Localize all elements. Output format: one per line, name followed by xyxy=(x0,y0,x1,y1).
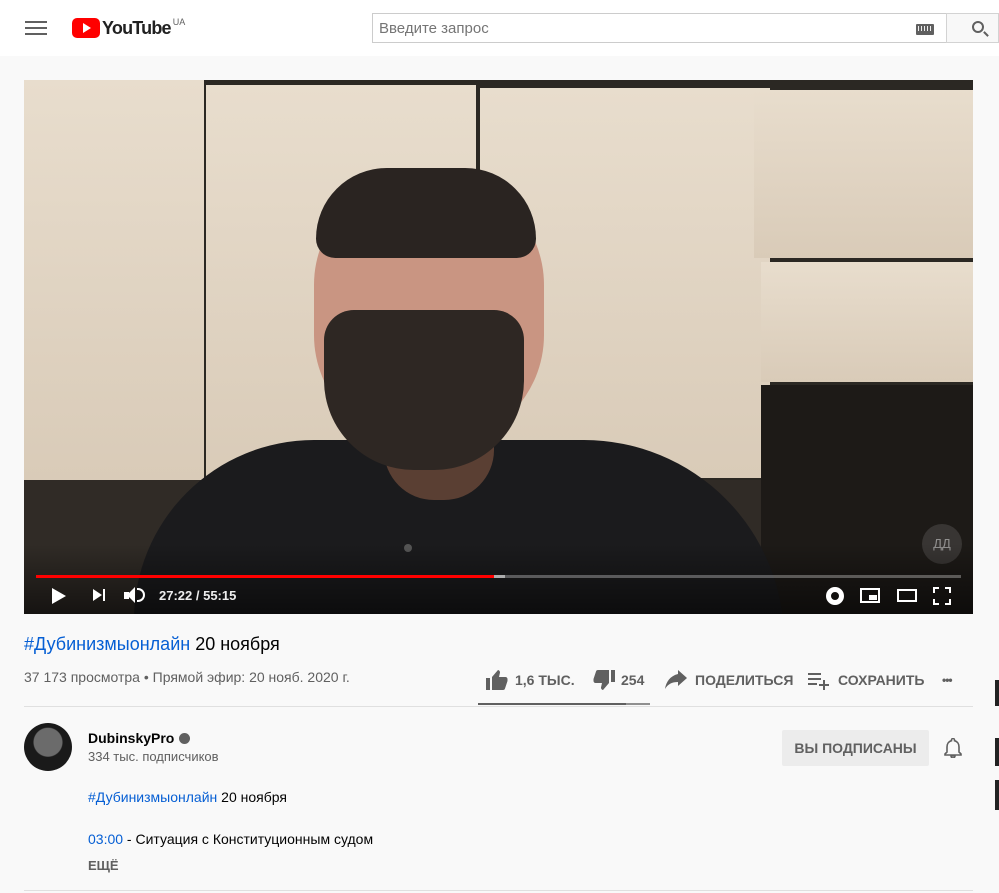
subscriber-count: 334 тыс. подписчиков xyxy=(88,749,219,764)
search-input[interactable]: Введите запрос xyxy=(372,13,947,43)
sentiment-bar xyxy=(478,703,650,705)
share-icon xyxy=(665,670,687,689)
title-hashtag[interactable]: #Дубинизмыонлайн xyxy=(24,634,190,654)
play-logo-icon xyxy=(72,18,100,38)
like-button[interactable]: 1,6 ТЫС. xyxy=(485,668,575,692)
video-background xyxy=(754,90,973,258)
dislike-button[interactable]: 254 xyxy=(592,668,644,692)
masthead: YouTube UA Введите запрос xyxy=(0,0,999,56)
divider xyxy=(24,706,973,707)
video-player[interactable]: ДД 27:22 / 55:15 xyxy=(24,80,973,614)
more-actions-label: ••• xyxy=(942,673,953,687)
verified-icon xyxy=(179,733,191,744)
channel-name-text: DubinskyPro xyxy=(88,730,175,746)
thumbs-down-icon xyxy=(593,670,615,690)
description-line: 03:00 - Ситуация с Конституционным судом xyxy=(88,831,373,847)
share-label: ПОДЕЛИТЬСЯ xyxy=(695,672,794,688)
progress-played xyxy=(36,575,494,578)
sidebar-edge xyxy=(995,680,999,706)
subscribed-button[interactable]: ВЫ ПОДПИСАНЫ xyxy=(782,730,929,766)
show-more-button[interactable]: ЕЩЁ xyxy=(88,858,119,873)
video-background xyxy=(24,80,204,480)
video-title: #Дубинизмыонлайн 20 ноября xyxy=(24,634,280,655)
fullscreen-icon[interactable] xyxy=(933,587,951,605)
keyboard-icon[interactable] xyxy=(916,24,934,35)
description-timestamp[interactable]: 03:00 xyxy=(88,831,123,847)
notification-bell-icon[interactable] xyxy=(944,738,962,758)
video-background xyxy=(761,262,973,382)
youtube-logo[interactable]: YouTube UA xyxy=(72,17,185,39)
description-line: #Дубинизмыонлайн 20 ноября xyxy=(88,789,287,805)
sidebar-edge xyxy=(995,780,999,810)
description-hashtag[interactable]: #Дубинизмыонлайн xyxy=(88,789,217,805)
country-code: UA xyxy=(172,17,186,27)
search-placeholder: Введите запрос xyxy=(379,20,489,37)
save-label: СОХРАНИТЬ xyxy=(838,672,925,688)
description-text: 20 ноября xyxy=(217,789,287,805)
play-icon[interactable] xyxy=(52,588,66,604)
sentiment-likes xyxy=(478,703,627,705)
search-icon xyxy=(972,21,984,33)
more-actions-icon[interactable]: ••• xyxy=(942,668,953,692)
dislike-count: 254 xyxy=(621,672,645,688)
share-button[interactable]: ПОДЕЛИТЬСЯ xyxy=(665,668,793,692)
time-display: 27:22 / 55:15 xyxy=(159,588,237,603)
playlist-add-icon xyxy=(808,673,829,690)
search-button[interactable] xyxy=(946,13,999,43)
video-person xyxy=(324,310,524,470)
miniplayer-icon[interactable] xyxy=(860,588,880,603)
next-icon[interactable] xyxy=(93,588,107,604)
title-text: 20 ноября xyxy=(190,634,280,654)
like-count: 1,6 ТЫС. xyxy=(515,672,575,688)
channel-name[interactable]: DubinskyPro xyxy=(88,730,191,746)
avatar[interactable] xyxy=(24,723,72,771)
sidebar-edge xyxy=(995,738,999,766)
divider xyxy=(24,890,973,891)
live-date: • Прямой эфир: 20 нояб. 2020 г. xyxy=(139,669,350,685)
description-text: - Ситуация с Конституционным судом xyxy=(123,831,374,847)
theater-mode-icon[interactable] xyxy=(897,589,917,602)
save-button[interactable]: СОХРАНИТЬ xyxy=(808,668,924,692)
video-person xyxy=(316,168,536,258)
logo-text: YouTube xyxy=(102,17,172,38)
progress-bar[interactable] xyxy=(36,575,961,578)
view-count: 37 173 просмотра xyxy=(24,669,140,685)
settings-icon[interactable] xyxy=(826,587,844,605)
video-meta: 37 173 просмотра • Прямой эфир: 20 нояб.… xyxy=(24,669,350,685)
menu-icon[interactable] xyxy=(24,18,48,38)
thumbs-up-icon xyxy=(486,670,508,690)
